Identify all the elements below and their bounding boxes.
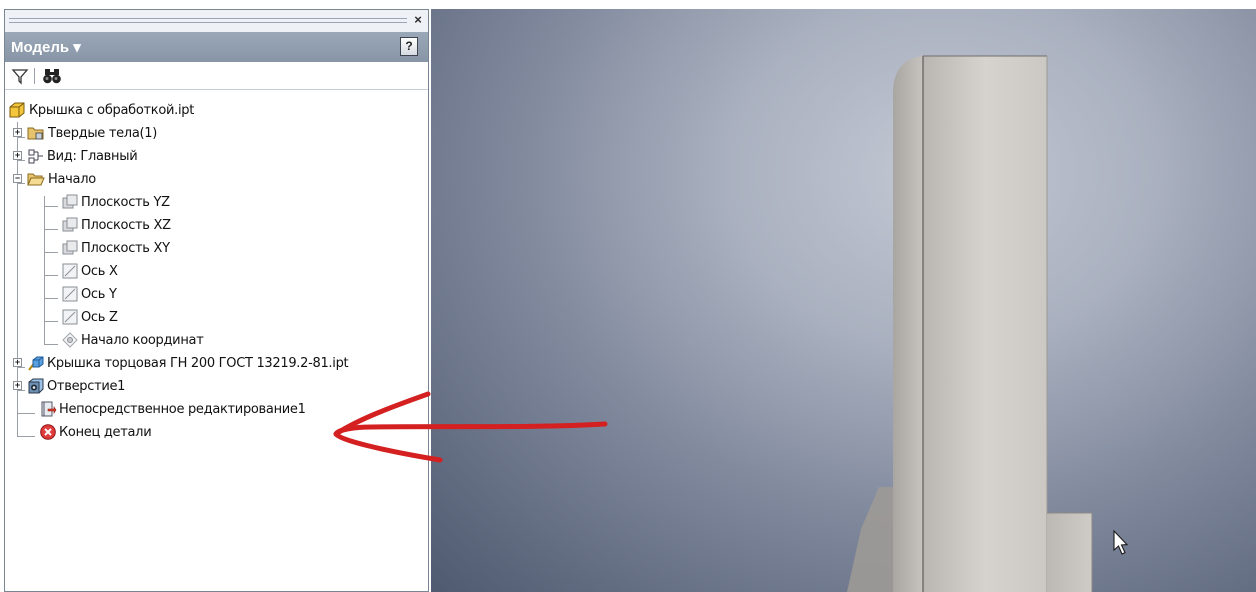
annotation-arrow	[333, 391, 608, 463]
annotation-arrow-stroke	[333, 421, 608, 463]
